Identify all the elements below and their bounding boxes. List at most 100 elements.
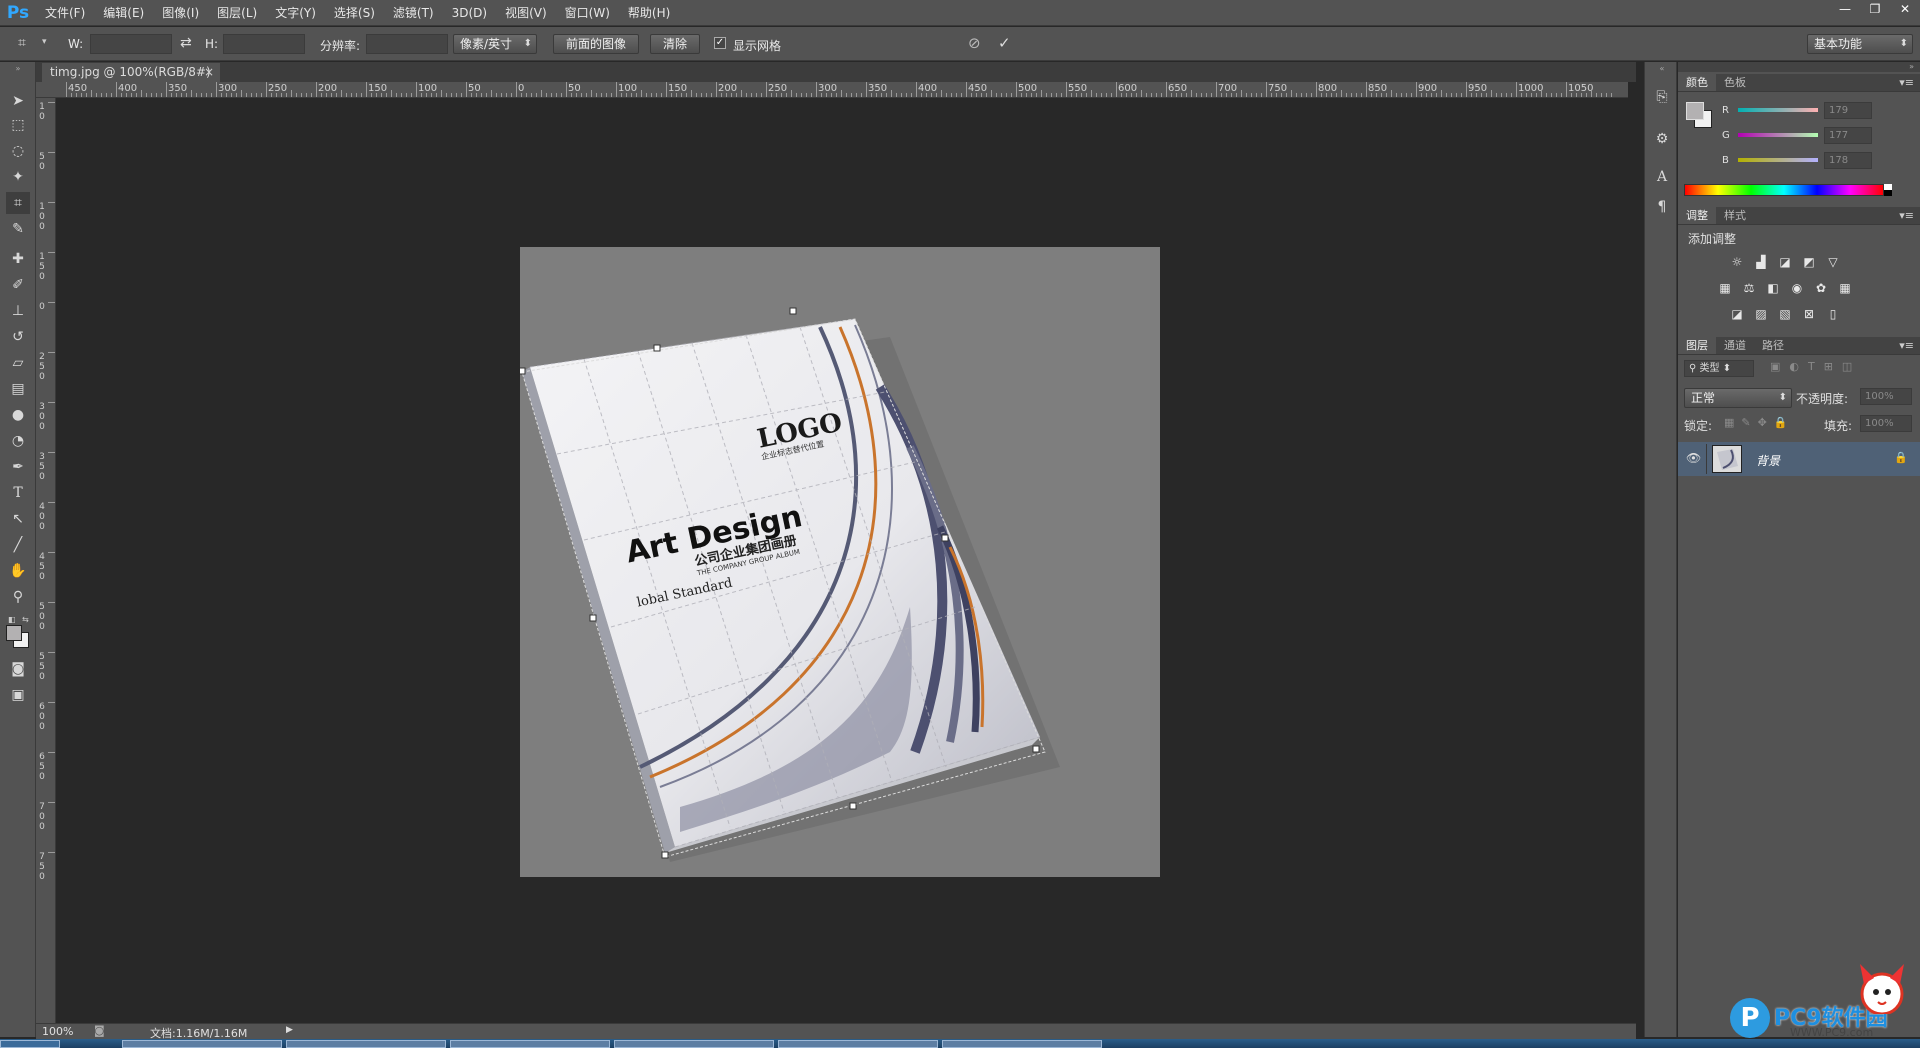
menu-item[interactable]: 文件(F) <box>36 0 94 26</box>
vibrance-icon[interactable]: ▽ <box>1824 254 1842 270</box>
history-panel-icon[interactable]: ⎘ <box>1651 86 1673 108</box>
eraser-tool-icon[interactable]: ▱ <box>6 352 30 374</box>
quick-mask-icon[interactable]: ◙ <box>6 658 30 680</box>
posterize-icon[interactable]: ▨ <box>1752 306 1770 322</box>
levels-icon[interactable]: ▟ <box>1752 254 1770 270</box>
taskbar-item[interactable] <box>286 1040 446 1048</box>
close-tab-icon[interactable]: × <box>204 63 214 82</box>
eyedropper-tool-icon[interactable]: ✎ <box>6 218 30 240</box>
default-colors-icon[interactable]: ◧ <box>8 615 16 624</box>
paragraph-panel-icon[interactable]: ¶ <box>1651 196 1673 218</box>
magic-wand-tool-icon[interactable]: ✦ <box>6 166 30 188</box>
commit-check-icon[interactable]: ✓ <box>998 34 1011 52</box>
minimize-button[interactable]: — <box>1830 0 1860 18</box>
restore-button[interactable]: ❐ <box>1860 0 1890 18</box>
front-image-button[interactable]: 前面的图像 <box>553 34 639 54</box>
brightness-icon[interactable]: ☼ <box>1728 254 1746 270</box>
menu-item[interactable]: 视图(V) <box>496 0 556 26</box>
hue-saturation-icon[interactable]: ▦ <box>1716 280 1734 296</box>
tab-layers[interactable]: 图层 <box>1678 337 1716 354</box>
toolbox-collapse-icon[interactable]: » <box>2 64 34 73</box>
photo-filter-icon[interactable]: ◉ <box>1788 280 1806 296</box>
menu-item[interactable]: 图像(I) <box>153 0 208 26</box>
black-white-ramp[interactable] <box>1884 184 1892 196</box>
layer-row[interactable]: 👁 背景 🔒 <box>1678 442 1920 476</box>
status-icon[interactable]: ◙ <box>94 1024 105 1037</box>
r-value[interactable]: 179 <box>1824 102 1872 119</box>
resolution-input[interactable] <box>366 34 448 54</box>
crop-preset-icon[interactable]: ⌗ <box>18 35 36 53</box>
taskbar-item[interactable] <box>778 1040 938 1048</box>
panel-menu-icon[interactable]: ▾≡ <box>1899 339 1914 352</box>
fill-input[interactable]: 100% <box>1860 415 1912 432</box>
chevron-down-icon[interactable]: ▾ <box>42 37 47 47</box>
threshold-icon[interactable]: ▧ <box>1776 306 1794 322</box>
g-slider[interactable] <box>1738 133 1818 137</box>
type-tool-icon[interactable]: T <box>6 482 30 504</box>
taskbar-item[interactable] <box>450 1040 610 1048</box>
color-lookup-icon[interactable]: ▦ <box>1836 280 1854 296</box>
brush-tool-icon[interactable]: ✐ <box>6 274 30 296</box>
height-input[interactable] <box>223 34 305 54</box>
menu-item[interactable]: 图层(L) <box>208 0 266 26</box>
menu-item[interactable]: 帮助(H) <box>619 0 679 26</box>
start-button[interactable] <box>0 1040 60 1048</box>
menu-item[interactable]: 滤镜(T) <box>384 0 443 26</box>
healing-brush-tool-icon[interactable]: ✚ <box>6 248 30 270</box>
document-tab[interactable]: timg.jpg @ 100%(RGB/8#) * × <box>42 63 220 98</box>
panel-menu-icon[interactable]: ▾≡ <box>1899 76 1914 89</box>
exposure-icon[interactable]: ◩ <box>1800 254 1818 270</box>
clear-button[interactable]: 清除 <box>650 34 700 54</box>
taskbar-item[interactable] <box>614 1040 774 1048</box>
menu-item[interactable]: 文字(Y) <box>266 0 325 26</box>
swap-colors-icon[interactable]: ⇆ <box>22 615 29 624</box>
history-brush-tool-icon[interactable]: ↺ <box>6 326 30 348</box>
document-canvas[interactable]: LOGO 企业标志替代位置 Art Design 公司企业集团画册 THE CO… <box>518 247 1160 877</box>
opacity-input[interactable]: 100% <box>1860 388 1912 405</box>
b-value[interactable]: 178 <box>1824 152 1872 169</box>
r-slider[interactable] <box>1738 108 1818 112</box>
stamp-tool-icon[interactable]: ⊥ <box>6 300 30 322</box>
taskbar-item[interactable] <box>122 1040 282 1048</box>
gradient-map-icon[interactable]: ▯ <box>1824 306 1842 322</box>
menu-item[interactable]: 窗口(W) <box>556 0 619 26</box>
eye-icon[interactable]: 👁 <box>1686 451 1701 465</box>
properties-panel-icon[interactable]: ⚙ <box>1651 128 1673 150</box>
lock-icons[interactable]: ▦✎✥🔒 <box>1724 416 1795 429</box>
zoom-level[interactable]: 100% <box>42 1025 73 1038</box>
show-grid-checkbox[interactable]: ✓ <box>714 37 726 49</box>
dodge-tool-icon[interactable]: ◔ <box>6 430 30 452</box>
menu-item[interactable]: 3D(D) <box>443 0 496 26</box>
layer-name[interactable]: 背景 <box>1756 452 1780 469</box>
workspace-select[interactable]: 基本功能 <box>1807 34 1913 54</box>
line-tool-icon[interactable]: ╱ <box>6 534 30 556</box>
black-white-icon[interactable]: ◧ <box>1764 280 1782 296</box>
foreground-color-chip[interactable] <box>1686 102 1704 120</box>
screen-mode-icon[interactable]: ▣ <box>6 684 30 706</box>
layer-filter-icons[interactable]: ▣◐T⊞◫ <box>1770 360 1861 373</box>
layer-kind-select[interactable]: ⚲ 类型 ⬍ <box>1684 360 1754 377</box>
taskbar-item[interactable] <box>942 1040 1102 1048</box>
panels-collapse-icon[interactable]: » <box>1909 62 1914 71</box>
blend-mode-select[interactable]: 正常 <box>1684 388 1792 408</box>
marquee-tool-icon[interactable]: ⬚ <box>6 114 30 136</box>
panel-menu-icon[interactable]: ▾≡ <box>1899 209 1914 222</box>
path-selection-tool-icon[interactable]: ↖ <box>6 508 30 530</box>
unit-select[interactable]: 像素/英寸 <box>453 34 537 54</box>
status-menu-arrow-icon[interactable]: ▶ <box>286 1025 293 1035</box>
menu-item[interactable]: 编辑(E) <box>94 0 153 26</box>
channel-mixer-icon[interactable]: ✿ <box>1812 280 1830 296</box>
zoom-tool-icon[interactable]: ⚲ <box>6 586 30 608</box>
close-button[interactable]: ✕ <box>1890 0 1920 18</box>
tab-color[interactable]: 颜色 <box>1678 74 1716 91</box>
color-balance-icon[interactable]: ⚖ <box>1740 280 1758 296</box>
foreground-color-swatch[interactable] <box>6 625 22 641</box>
color-spectrum-bar[interactable] <box>1684 184 1884 196</box>
tab-swatches[interactable]: 色板 <box>1716 74 1754 91</box>
tab-styles[interactable]: 样式 <box>1716 207 1754 224</box>
pen-tool-icon[interactable]: ✒ <box>6 456 30 478</box>
strip-collapse-icon[interactable]: « <box>1647 64 1677 73</box>
tab-channels[interactable]: 通道 <box>1716 337 1754 354</box>
cancel-icon[interactable]: ⊘ <box>968 34 981 52</box>
selective-color-icon[interactable]: ⊠ <box>1800 306 1818 322</box>
